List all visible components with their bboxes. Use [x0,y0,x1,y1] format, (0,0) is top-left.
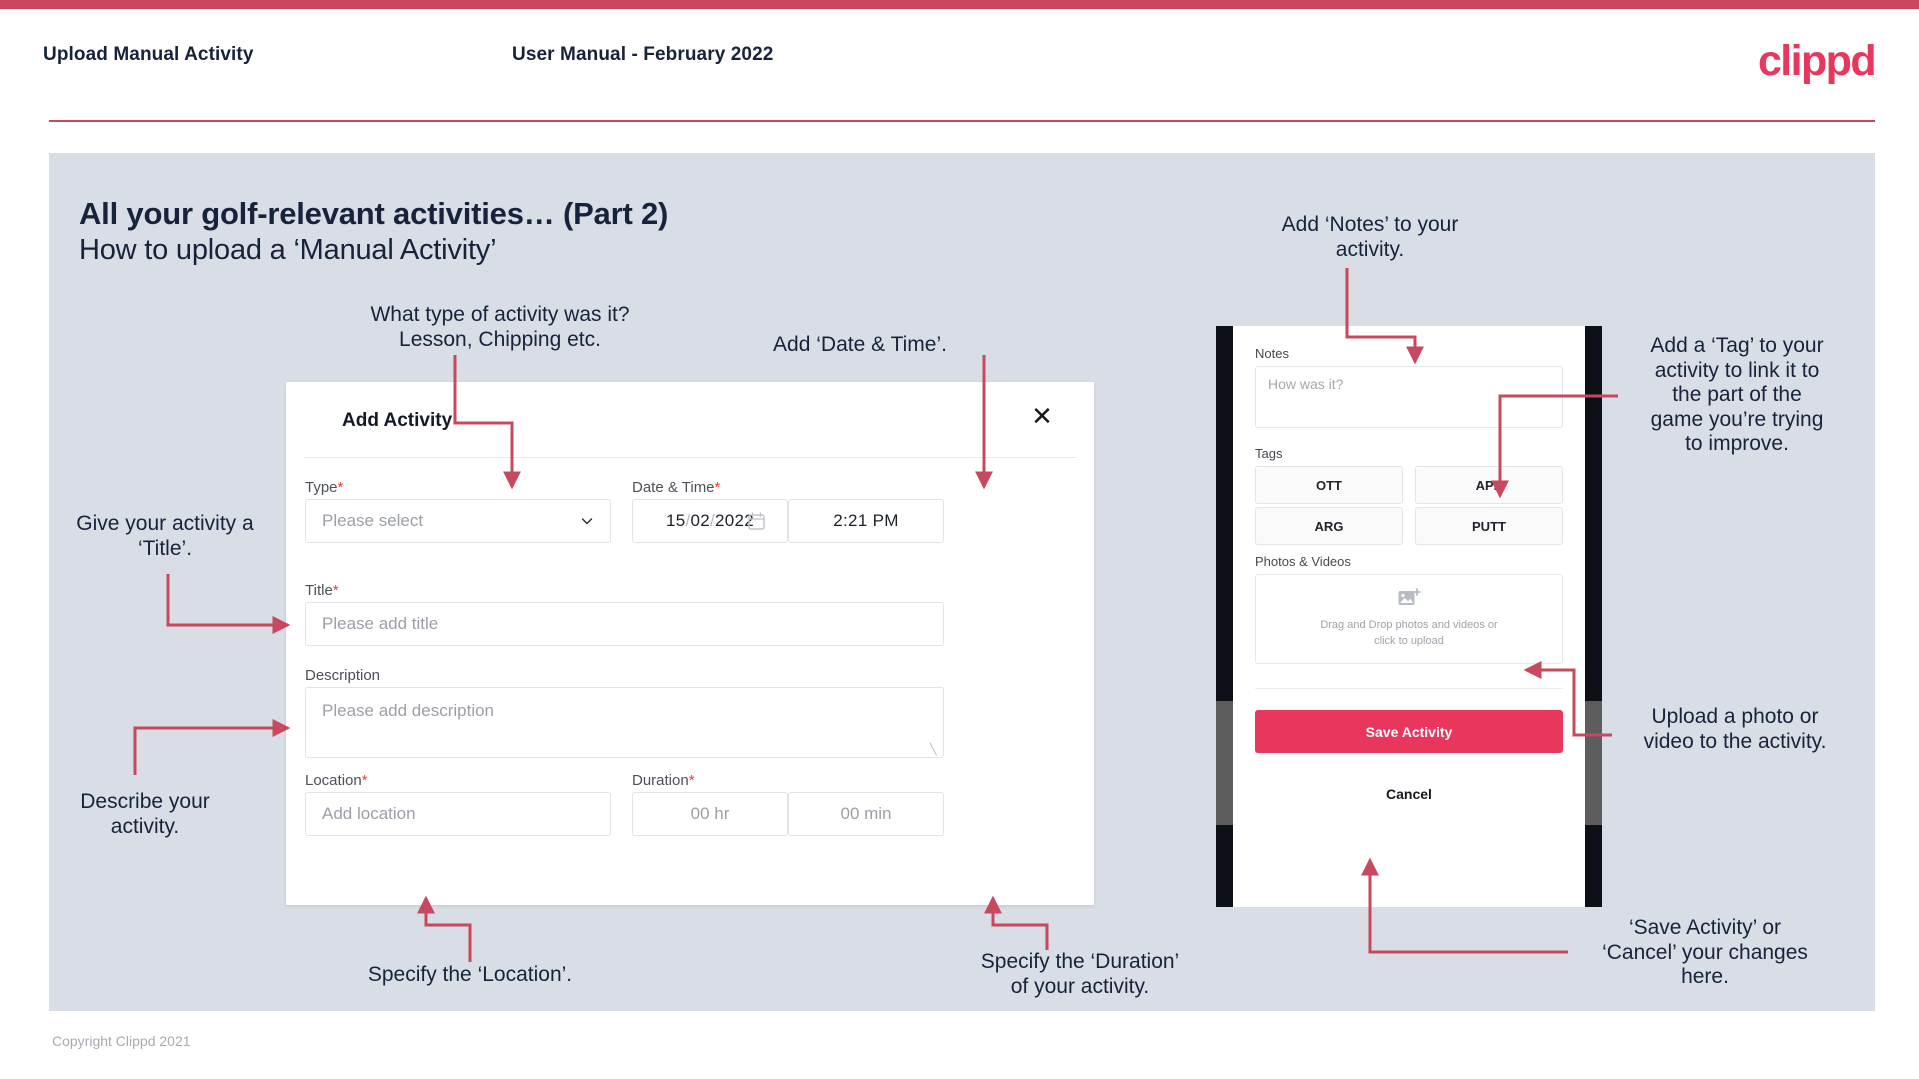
duration-minutes-placeholder: 00 min [840,804,892,823]
location-required-star: * [361,772,368,789]
title-input[interactable]: Please add title [305,602,944,646]
title-placeholder: Please add title [322,614,439,633]
duration-label: Duration* [632,772,695,789]
cancel-button[interactable]: Cancel [1255,786,1563,802]
annotation-type: What type of activity was it? Lesson, Ch… [370,303,630,351]
top-accent-bar [0,0,1919,9]
title-label: Title* [305,582,339,599]
type-placeholder: Please select [322,511,424,530]
mobile-preview: Notes How was it? Tags OTT APP ARG PUTT … [1216,326,1602,907]
tag-button-arg[interactable]: ARG [1255,507,1403,545]
dialog-title: Add Activity [342,410,453,431]
location-label: Location* [305,772,368,789]
resize-grip-icon[interactable]: ╲ [930,745,940,756]
notes-textarea[interactable]: How was it? [1255,366,1563,428]
type-label: Type* [305,479,343,496]
add-image-icon [1398,588,1421,606]
duration-label-text: Duration [632,772,689,789]
annotation-duration: Specify the ‘Duration’ of your activity. [980,950,1180,998]
phone-screen: Notes How was it? Tags OTT APP ARG PUTT … [1233,326,1585,907]
slide-page: Upload Manual Activity User Manual - Feb… [0,0,1919,1079]
datetime-label-text: Date & Time [632,479,715,496]
duration-hours-input[interactable]: 00 hr [632,792,788,836]
location-placeholder: Add location [322,804,416,823]
datetime-label: Date & Time* [632,479,720,496]
annotation-tags: Add a ‘Tag’ to your activity to link it … [1650,334,1824,456]
footer-copyright: Copyright Clippd 2021 [52,1033,191,1049]
description-label: Description [305,667,380,684]
description-label-text: Description [305,667,381,684]
slide-title: All your golf-relevant activities… (Part… [79,196,669,231]
dialog-header-divider [304,457,1076,458]
clippd-logo: clippd [1757,37,1877,85]
annotation-location: Specify the ‘Location’. [367,963,573,986]
annotation-datetime: Add ‘Date & Time’. [773,333,947,356]
phone-bezel-right-grey [1585,701,1602,825]
notes-placeholder: How was it? [1268,376,1344,392]
type-label-text: Type [305,479,338,496]
location-input[interactable]: Add location [305,792,611,836]
title-label-text: Title [305,582,333,599]
type-select[interactable]: Please select [305,499,611,543]
header-center-title: User Manual - February 2022 [512,44,774,65]
datetime-required-star: * [714,479,721,496]
phone-bezel-left [1216,326,1233,907]
photo-upload-dropzone[interactable]: Drag and Drop photos and videos or click… [1255,574,1563,664]
phone-bezel-right [1585,326,1602,907]
phone-bezel-left-grey [1216,701,1233,825]
tag-button-ott[interactable]: OTT [1255,466,1403,504]
header-left-title: Upload Manual Activity [43,44,254,65]
duration-required-star: * [688,772,695,789]
duration-minutes-input[interactable]: 00 min [788,792,944,836]
tag-button-putt[interactable]: PUTT [1415,507,1563,545]
title-required-star: * [332,582,339,599]
calendar-icon [748,512,765,530]
dropzone-text: Drag and Drop photos and videos or click… [1320,619,1498,647]
duration-hours-placeholder: 00 hr [690,804,730,823]
location-label-text: Location [305,772,362,789]
tag-button-app[interactable]: APP [1415,466,1563,504]
photos-label: Photos & Videos [1255,554,1351,569]
header-divider [49,120,1875,122]
annotation-save: ‘Save Activity’ or ‘Cancel’ your changes… [1602,916,1808,989]
close-icon[interactable]: ✕ [1028,402,1056,430]
tags-label: Tags [1255,446,1283,461]
phone-divider [1255,688,1563,689]
slide-subtitle: How to upload a ‘Manual Activity’ [79,234,497,266]
description-textarea[interactable]: Please add description ╲ [305,687,944,758]
annotation-title: Give your activity a ‘Title’. [76,512,254,560]
date-value: 15/02/2022 [665,511,755,530]
type-required-star: * [337,479,344,496]
date-input[interactable]: 15/02/2022 [632,499,788,543]
time-input[interactable]: 2:21 PM [788,499,944,543]
notes-label: Notes [1255,346,1289,361]
annotation-notes: Add ‘Notes’ to your activity. [1281,213,1459,261]
annotation-photos: Upload a photo or video to the activity. [1643,705,1827,753]
description-placeholder: Please add description [322,701,495,720]
save-activity-button[interactable]: Save Activity [1255,710,1563,753]
time-value: 2:21 PM [833,511,899,530]
annotation-description: Describe your activity. [80,790,210,838]
add-activity-dialog: Add Activity ✕ Type* Please select Date … [286,382,1094,905]
chevron-down-icon [581,518,593,525]
